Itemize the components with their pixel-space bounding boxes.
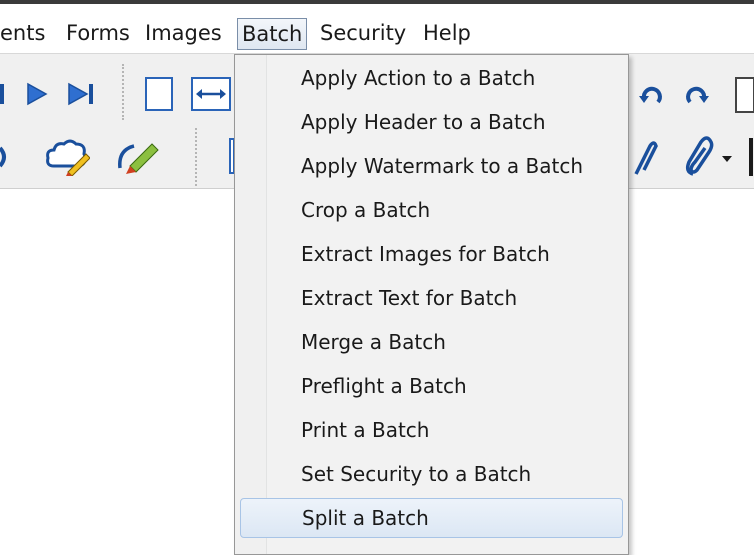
menu-item-apply-header[interactable]: Apply Header to a Batch <box>240 102 623 142</box>
pencil-icon[interactable] <box>116 138 162 176</box>
menu-item-apply-watermark[interactable]: Apply Watermark to a Batch <box>240 146 623 186</box>
menu-item-print[interactable]: Print a Batch <box>240 410 623 450</box>
batch-menu-dropdown: Apply Action to a Batch Apply Header to … <box>234 54 629 555</box>
play-icon[interactable] <box>25 81 49 107</box>
menu-item-apply-action[interactable]: Apply Action to a Batch <box>240 58 623 98</box>
menu-item-set-security[interactable]: Set Security to a Batch <box>240 454 623 494</box>
menu-item-extract-images[interactable]: Extract Images for Batch <box>240 234 623 274</box>
menu-help[interactable]: Help <box>419 18 475 50</box>
fit-page-icon[interactable] <box>144 76 174 112</box>
rotate-counterclockwise-icon[interactable] <box>638 84 666 108</box>
attach-icon[interactable] <box>630 138 660 176</box>
cloud-comment-icon[interactable] <box>44 138 90 176</box>
toolbar-edge-icon <box>0 84 4 104</box>
menu-security[interactable]: Security <box>316 18 410 50</box>
toolbar-separator <box>195 128 197 186</box>
menu-item-extract-text[interactable]: Extract Text for Batch <box>240 278 623 318</box>
menu-documents[interactable]: ents <box>0 18 49 50</box>
paperclip-icon[interactable] <box>683 136 715 178</box>
toolbar-edge-icon <box>749 138 753 176</box>
page-icon[interactable] <box>733 76 754 116</box>
menu-item-preflight[interactable]: Preflight a Batch <box>240 366 623 406</box>
menu-images[interactable]: Images <box>141 18 226 50</box>
menu-item-merge[interactable]: Merge a Batch <box>240 322 623 362</box>
toolbar-edge-icon <box>0 146 6 168</box>
rotate-clockwise-icon[interactable] <box>682 84 710 108</box>
menu-batch[interactable]: Batch <box>237 18 308 50</box>
menu-item-crop[interactable]: Crop a Batch <box>240 190 623 230</box>
fit-width-icon[interactable] <box>190 76 232 112</box>
last-page-icon[interactable] <box>66 81 98 107</box>
dropdown-arrow-icon[interactable] <box>721 154 733 164</box>
menu-item-split[interactable]: Split a Batch <box>240 498 623 538</box>
menu-bar: ents Forms Images Batch Security Help <box>0 4 754 54</box>
menu-forms[interactable]: Forms <box>62 18 134 50</box>
toolbar-separator <box>122 64 124 120</box>
